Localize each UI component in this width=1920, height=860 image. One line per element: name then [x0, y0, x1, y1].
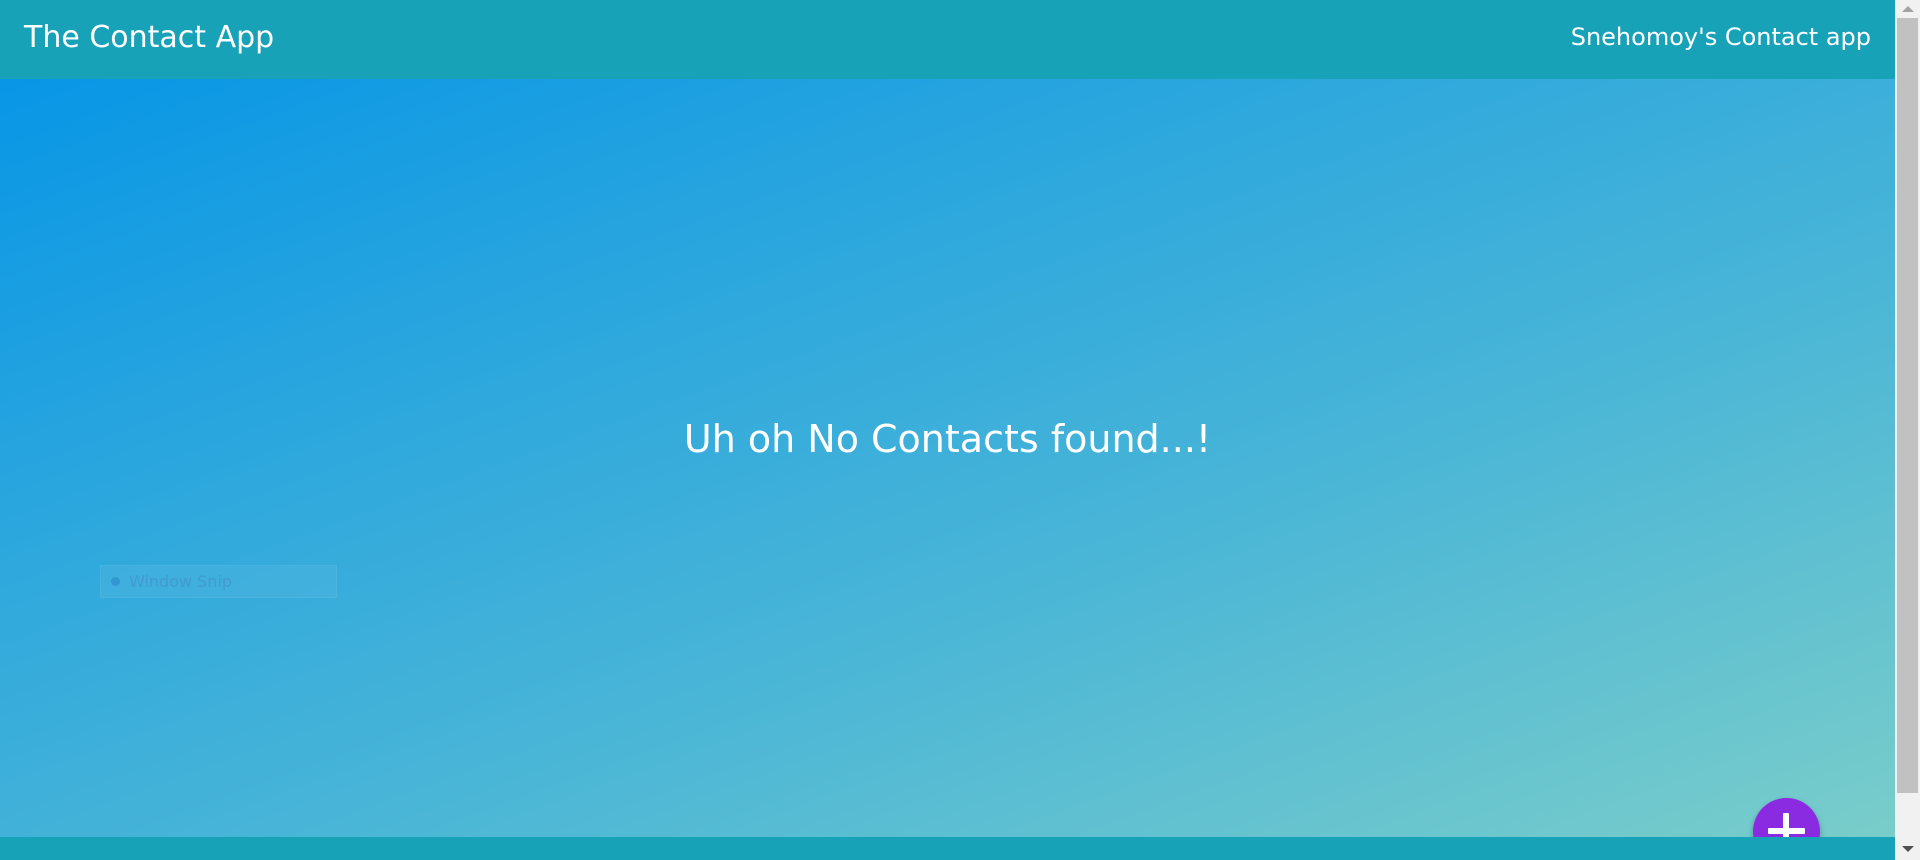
empty-state-message: Uh oh No Contacts found...!: [683, 417, 1212, 461]
window-snip-overlay: Window Snip: [100, 565, 337, 598]
main-content: Uh oh No Contacts found...! Window Snip: [0, 79, 1895, 860]
nav-app-label: Snehomoy's Contact app: [1570, 23, 1871, 51]
app-root: The Contact App Snehomoy's Contact app U…: [0, 0, 1895, 860]
navbar: The Contact App Snehomoy's Contact app: [0, 0, 1895, 79]
snip-dot-icon: [111, 577, 120, 586]
footer-bar: [0, 837, 1895, 860]
page-scrollbar[interactable]: [1895, 0, 1920, 860]
scroll-down-icon[interactable]: [1902, 846, 1914, 852]
scroll-thumb[interactable]: [1897, 18, 1918, 793]
brand-title[interactable]: The Contact App: [24, 20, 274, 56]
snip-label: Window Snip: [129, 572, 233, 591]
scroll-up-icon[interactable]: [1902, 6, 1914, 12]
